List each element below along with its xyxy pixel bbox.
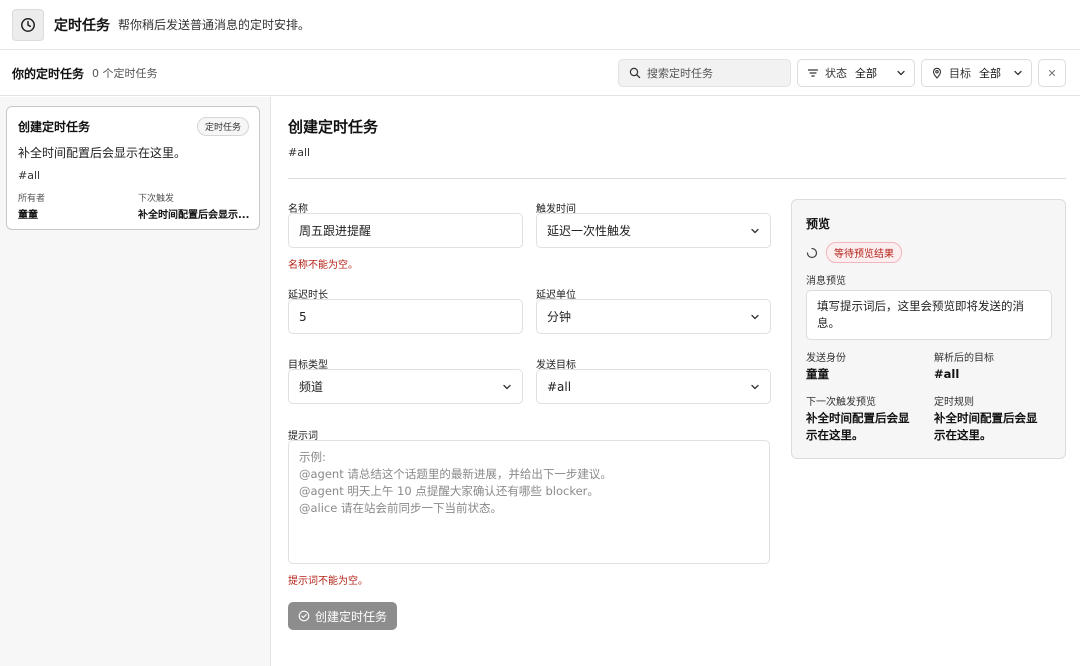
next-trigger-preview-value: 补全时间配置后会显 示在这里。: [806, 410, 910, 444]
task-card-meta: 所有者 童童 下次触发 补全时间配置后会显示...: [18, 191, 254, 221]
preview-status: 等待预览结果: [806, 242, 902, 263]
schedule-rule-value: 补全时间配置后会显 示在这里。: [934, 410, 1038, 444]
task-card-channel: #all: [18, 169, 41, 182]
next-trigger-value: 补全时间配置后会显示...: [138, 210, 250, 221]
check-circle-icon: [298, 610, 310, 622]
clear-filters-button[interactable]: [1038, 59, 1066, 87]
task-list-sidebar: 创建定时任务 定时任务 补全时间配置后会显示在这里。 #all 所有者 童童 下…: [0, 97, 271, 666]
delay-unit-select[interactable]: 分钟: [536, 299, 771, 334]
resolved-target-label: 解析后的目标: [934, 353, 994, 364]
preview-panel: 预览 等待预览结果 消息预览 填写提示词后，这里会预览即将发送的消 息。 发送身…: [791, 199, 1066, 459]
schedule-rule-label: 定时规则: [934, 397, 974, 408]
prompt-placeholder-line: @agent 明天上午 10 点提醒大家确认还有哪些 blocker。: [299, 484, 599, 498]
target-filter-value: 全部: [979, 67, 1001, 80]
delay-duration-value: 5: [299, 309, 307, 324]
page-subtitle: 帮你稍后发送普通消息的定时安排。: [118, 18, 311, 32]
form-channel-tag: #all: [288, 146, 311, 159]
name-input[interactable]: 周五跟进提醒: [288, 213, 523, 248]
target-type-value: 频道: [299, 380, 324, 394]
form-divider: [288, 178, 1066, 179]
next-trigger-label: 下次触发: [138, 194, 175, 204]
target-filter-label: 目标: [949, 67, 971, 80]
preview-status-badge: 等待预览结果: [826, 242, 902, 263]
loading-spinner-icon: [806, 247, 818, 258]
schedule-rule-line: 示在这里。: [934, 428, 992, 442]
next-trigger-preview-line: 示在这里。: [806, 428, 864, 442]
chevron-down-icon: [751, 384, 759, 389]
chevron-down-icon: [503, 384, 511, 389]
schedule-rule-line: 补全时间配置后会显: [934, 411, 1038, 425]
chevron-down-icon: [751, 228, 759, 233]
prompt-textarea[interactable]: 示例: @agent 请总结这个话题里的最新进展，并给出下一步建议。 @agen…: [288, 440, 770, 564]
status-filter[interactable]: 状态 全部: [797, 59, 915, 87]
chevron-down-icon: [751, 314, 759, 319]
trigger-time-value: 延迟一次性触发: [547, 224, 632, 238]
list-toolbar: 你的定时任务 0 个定时任务 状态 全部 目标 全部: [0, 51, 1080, 96]
message-preview-text: 息。: [817, 316, 840, 330]
task-card-description: 补全时间配置后会显示在这里。: [18, 146, 187, 160]
resolved-target-value: #all: [934, 367, 960, 381]
page-header: 定时任务 帮你稍后发送普通消息的定时安排。: [0, 0, 1080, 50]
location-pin-icon: [932, 67, 942, 79]
search-input[interactable]: [647, 66, 787, 80]
create-task-button[interactable]: 创建定时任务: [288, 602, 397, 630]
send-target-value: #all: [547, 379, 572, 394]
status-filter-value: 全部: [855, 67, 877, 80]
search-icon: [629, 67, 641, 79]
close-icon: [1048, 69, 1056, 77]
search-box: [618, 59, 791, 87]
chevron-down-icon: [1014, 70, 1022, 76]
message-preview-label: 消息预览: [806, 276, 846, 287]
status-filter-label: 状态: [825, 67, 847, 80]
target-type-select[interactable]: 频道: [288, 369, 523, 404]
task-card[interactable]: 创建定时任务 定时任务 补全时间配置后会显示在这里。 #all 所有者 童童 下…: [6, 106, 260, 230]
prompt-placeholder-line: @alice 请在站会前同步一下当前状态。: [299, 501, 502, 515]
chevron-down-icon: [897, 70, 905, 76]
create-task-form: 创建定时任务 #all 名称 周五跟进提醒 名称不能为空。 触发时间 延迟一次性…: [272, 97, 1080, 666]
owner-label: 所有者: [18, 194, 46, 204]
prompt-error: 提示词不能为空。: [288, 576, 368, 587]
send-target-select[interactable]: #all: [536, 369, 771, 404]
target-filter[interactable]: 目标 全部: [921, 59, 1032, 87]
trigger-time-select[interactable]: 延迟一次性触发: [536, 213, 771, 248]
prompt-placeholder-line: @agent 请总结这个话题里的最新进展，并给出下一步建议。: [299, 467, 612, 481]
sender-label: 发送身份: [806, 353, 846, 364]
filter-icon: [807, 69, 819, 77]
preview-title: 预览: [806, 217, 831, 231]
list-title: 你的定时任务: [12, 66, 85, 81]
name-error: 名称不能为空。: [288, 260, 358, 271]
form-title: 创建定时任务: [288, 118, 379, 136]
next-trigger-preview-line: 补全时间配置后会显: [806, 411, 910, 425]
clock-icon-button[interactable]: [12, 8, 44, 41]
name-input-value: 周五跟进提醒: [299, 224, 372, 238]
clock-icon: [21, 17, 35, 32]
page-title: 定时任务: [54, 17, 110, 34]
prompt-placeholder-line: 示例:: [299, 450, 326, 464]
sender-value: 童童: [806, 367, 829, 381]
delay-duration-input[interactable]: 5: [288, 299, 523, 334]
next-trigger-preview-label: 下一次触发预览: [806, 397, 876, 408]
owner-value: 童童: [18, 210, 38, 221]
delay-unit-value: 分钟: [547, 310, 572, 324]
message-preview-text: 填写提示词后，这里会预览即将发送的消: [817, 299, 1024, 313]
message-preview-box: 填写提示词后，这里会预览即将发送的消 息。: [806, 290, 1052, 340]
task-type-badge: 定时任务: [196, 117, 249, 136]
task-count: 0 个定时任务: [92, 67, 158, 80]
create-task-button-label: 创建定时任务: [315, 609, 388, 624]
